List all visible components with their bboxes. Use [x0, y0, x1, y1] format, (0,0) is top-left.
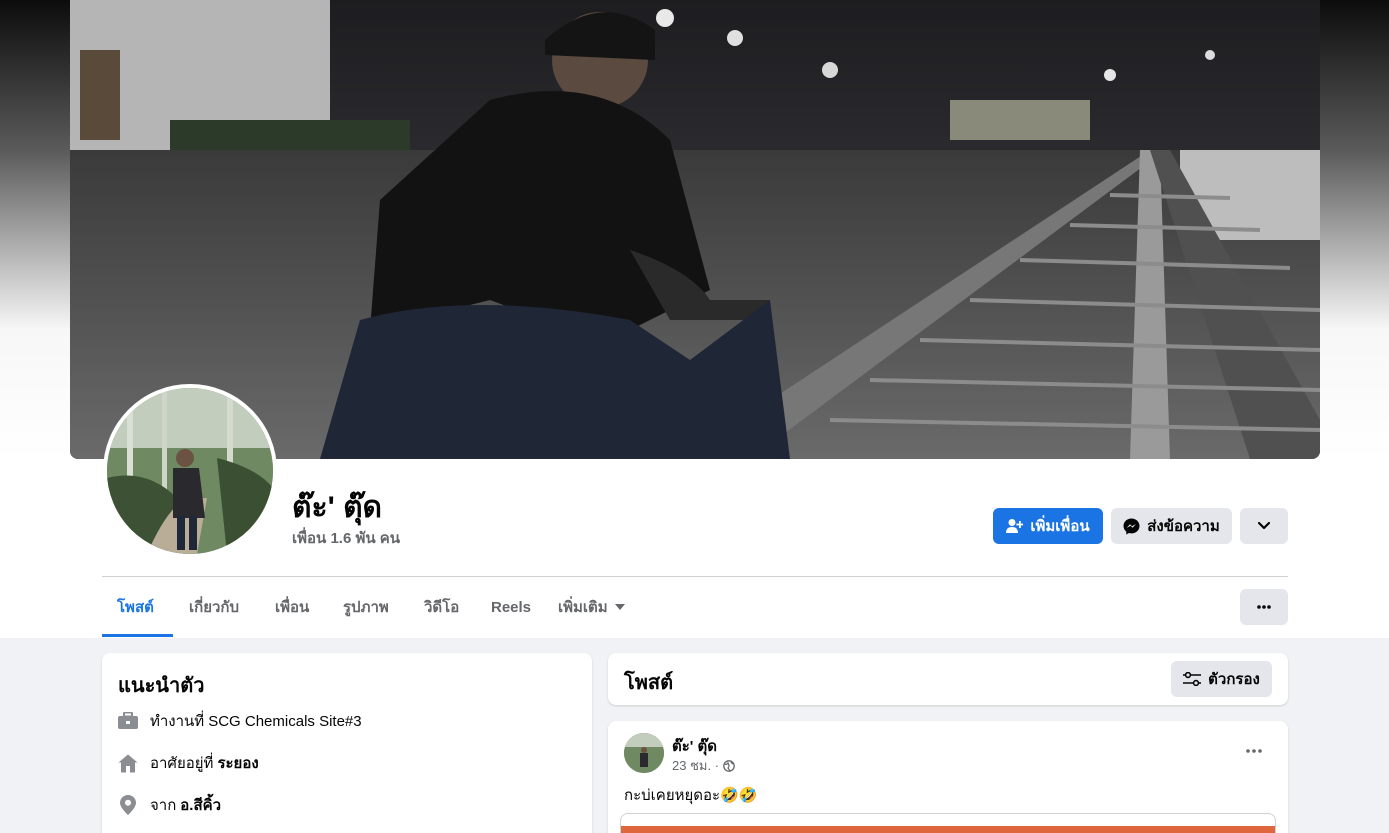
messenger-icon — [1123, 518, 1140, 535]
more-dots-icon — [1257, 605, 1271, 609]
intro-work-value[interactable]: SCG Chemicals Site#3 — [208, 713, 361, 730]
post-options-button[interactable] — [1238, 741, 1270, 761]
tab-photos-label: รูปภาพ — [343, 599, 389, 616]
globe-icon — [723, 759, 735, 772]
add-friend-button[interactable]: เพิ่มเพื่อน — [993, 508, 1103, 544]
chevron-down-icon — [1258, 522, 1270, 530]
intro-lives-value[interactable]: ระยอง — [217, 751, 258, 775]
cover-photo-art — [70, 0, 1320, 459]
tab-reels[interactable]: Reels — [491, 590, 531, 624]
intro-lives-row: อาศัยอยู่ที่ ระยอง — [118, 751, 259, 775]
posts-title: โพสต์ — [624, 672, 674, 694]
home-icon — [118, 753, 138, 773]
intro-from-row: จาก อ.สีคิ้ว — [118, 793, 221, 817]
cover-photo[interactable] — [70, 0, 1320, 459]
intro-from-value[interactable]: อ.สีคิ้ว — [180, 793, 221, 817]
location-pin-icon — [118, 795, 138, 815]
tab-photos[interactable]: รูปภาพ — [343, 590, 389, 624]
profile-picture[interactable] — [103, 384, 277, 558]
post-meta: 23 ชม. · — [672, 755, 735, 776]
message-label: ส่งข้อความ — [1147, 518, 1220, 535]
filter-label: ตัวกรอง — [1208, 671, 1260, 688]
post-time[interactable]: 23 ชม. · — [672, 755, 719, 776]
more-dots-icon — [1246, 749, 1262, 753]
tab-friends[interactable]: เพื่อน — [275, 590, 309, 624]
post-card: ต๊ะ' ตุ๊ด 23 ชม. · กะบ่เคยหยุดอะ🤣🤣 — [608, 721, 1288, 833]
header-divider — [102, 576, 1288, 577]
briefcase-icon — [118, 711, 138, 731]
tab-posts-label: โพสต์ — [117, 599, 154, 616]
tab-videos[interactable]: วิดีโอ — [424, 590, 459, 624]
message-button[interactable]: ส่งข้อความ — [1111, 508, 1232, 544]
tab-about-label: เกี่ยวกับ — [189, 599, 240, 616]
profile-picture-image — [107, 388, 273, 554]
intro-card: แนะนำตัว ทำงานที่ SCG Chemicals Site#3 อ… — [102, 653, 592, 833]
filter-icon — [1183, 672, 1202, 686]
tab-about[interactable]: เกี่ยวกับ — [189, 590, 239, 624]
tab-more[interactable]: เพิ่มเติม — [558, 590, 625, 624]
friends-count-link[interactable]: เพื่อน 1.6 พัน คน — [292, 526, 400, 550]
tab-posts[interactable]: โพสต์ — [117, 590, 154, 624]
profile-options-button[interactable] — [1240, 508, 1288, 544]
intro-from-prefix: จาก — [150, 797, 177, 814]
tabs-more-options-button[interactable] — [1240, 589, 1288, 625]
add-friend-label: เพิ่มเพื่อน — [1030, 518, 1090, 535]
intro-lives-prefix: อาศัยอยู่ที่ — [150, 755, 214, 772]
post-attachment-preview — [621, 826, 1275, 833]
intro-work-row: ทำงานที่ SCG Chemicals Site#3 — [118, 709, 362, 733]
tab-videos-label: วิดีโอ — [424, 599, 460, 616]
tab-more-label: เพิ่มเติม — [558, 599, 608, 616]
active-tab-indicator — [102, 634, 173, 637]
filter-button[interactable]: ตัวกรอง — [1171, 661, 1272, 697]
caret-down-icon — [614, 604, 625, 610]
post-author-avatar[interactable] — [624, 733, 664, 773]
post-attachment[interactable] — [620, 813, 1276, 833]
intro-title: แนะนำตัว — [118, 675, 205, 697]
tab-reels-label: Reels — [491, 598, 532, 616]
intro-work-prefix: ทำงานที่ — [150, 713, 205, 730]
post-text: กะบ่เคยหยุดอะ🤣🤣 — [624, 787, 758, 804]
profile-name: ต๊ะ' ตุ๊ด — [292, 491, 383, 524]
add-friend-icon — [1006, 518, 1024, 534]
posts-header-card: โพสต์ ตัวกรอง — [608, 653, 1288, 705]
tab-friends-label: เพื่อน — [275, 599, 310, 616]
